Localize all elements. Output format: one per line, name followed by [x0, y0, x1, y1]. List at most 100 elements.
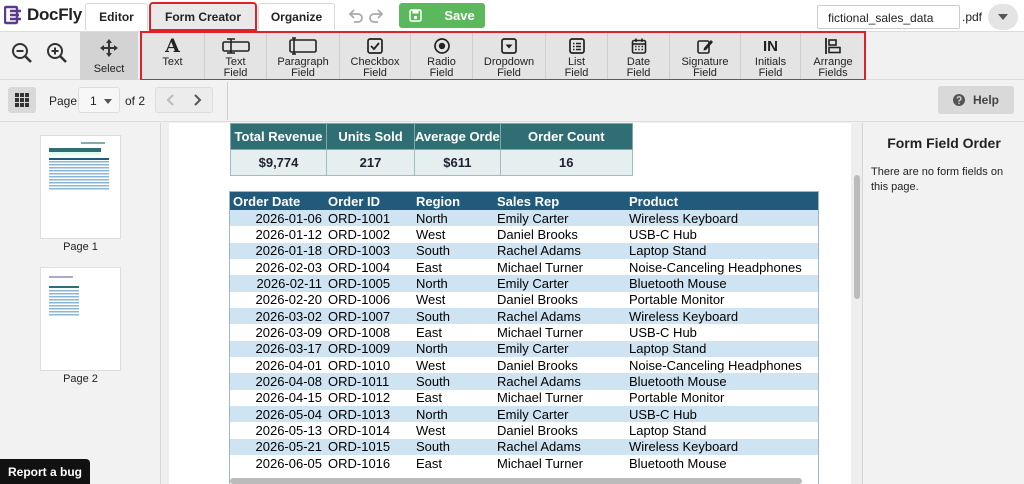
table-cell: Laptop Stand — [626, 340, 818, 358]
table-cell: Laptop Stand — [626, 242, 818, 260]
page-2-preview-image — [49, 276, 79, 316]
file-menu-button[interactable] — [988, 4, 1018, 30]
date-field-tool[interactable]: Date Field — [608, 32, 670, 80]
table-cell: Wireless Keyboard — [626, 308, 818, 325]
table-cell: ORD-1012 — [325, 389, 413, 407]
summary-value: $611 — [414, 149, 501, 176]
thumbnail-grid-button[interactable] — [8, 87, 36, 113]
summary-header: Units Sold — [326, 123, 415, 150]
next-page-button[interactable] — [184, 88, 212, 112]
table-cell: East — [413, 259, 494, 276]
dropdown-field-tool[interactable]: Dropdown Field — [473, 32, 546, 80]
table-cell: 2026-06-05 — [230, 455, 325, 472]
table-cell: Rachel Adams — [494, 438, 626, 456]
page-thumbnail-2[interactable] — [40, 267, 121, 371]
redo-icon[interactable] — [366, 6, 386, 26]
empty-state-message: There are no form fields on this page. — [871, 166, 1004, 193]
table-cell: 2026-03-02 — [230, 308, 325, 325]
table-cell: Emily Carter — [494, 340, 626, 358]
table-cell: ORD-1011 — [325, 373, 413, 390]
thumbnail-panel: Page 1 Page 2 — [0, 123, 161, 484]
list-field-tool[interactable]: List Field — [546, 32, 608, 80]
table-cell: Rachel Adams — [494, 373, 626, 390]
panel-title: Form Field Order — [887, 135, 1001, 151]
table-cell: Michael Turner — [494, 389, 626, 407]
table-row: 2026-05-21 ORD-1015 South Rachel Adams Wirel… — [230, 438, 818, 456]
paragraph-field-tool[interactable]: Paragraph Field — [267, 32, 340, 80]
page-thumbnail-1[interactable] — [40, 135, 121, 239]
table-cell: ORD-1013 — [325, 406, 413, 423]
orders-header-row: Order Date Order ID Region Sales Rep Product — [230, 192, 818, 210]
tab-organize[interactable]: Organize — [258, 3, 335, 30]
table-cell: South — [413, 242, 494, 260]
table-cell: Rachel Adams — [494, 242, 626, 260]
zoom-in-icon[interactable] — [44, 40, 70, 66]
chevron-down-icon — [998, 14, 1008, 20]
table-cell: East — [413, 389, 494, 407]
pdf-page: Total Revenue Units Sold Average Orde Or… — [169, 123, 851, 484]
table-cell: North — [413, 406, 494, 423]
signature-field-tool[interactable]: Signature Field — [670, 32, 741, 80]
chevron-right-icon — [194, 94, 202, 106]
table-row: 2026-01-06 ORD-1001 North Emily Carter Wirel… — [230, 210, 818, 227]
signature-icon — [697, 40, 713, 54]
page-1-preview-image — [49, 142, 109, 190]
table-cell: USB-C Hub — [626, 406, 818, 423]
summary-header: Order Count — [499, 123, 633, 150]
previous-page-button[interactable] — [156, 88, 184, 112]
text-tool-label: Text — [162, 56, 183, 68]
table-cell: ORD-1003 — [325, 242, 413, 260]
vertical-scrollbar[interactable] — [854, 175, 860, 299]
table-row: 2026-02-20 ORD-1006 West Daniel Brooks Porta… — [230, 291, 818, 309]
table-row: 2026-04-15 ORD-1012 East Michael Turner Port… — [230, 389, 818, 407]
table-cell: East — [413, 455, 494, 472]
tab-editor[interactable]: Editor — [85, 3, 148, 30]
table-row: 2026-05-04 ORD-1013 North Emily Carter USB-C… — [230, 406, 818, 423]
text-field-tool[interactable]: Text Field — [205, 32, 267, 80]
radio-field-tool[interactable]: Radio Field — [411, 32, 473, 80]
table-cell: ORD-1001 — [325, 210, 413, 227]
table-row: 2026-06-05 ORD-1016 East Michael Turner Blue… — [230, 455, 818, 472]
logo[interactable]: DocFly — [4, 5, 82, 25]
select-tool[interactable]: Select — [80, 32, 138, 80]
table-cell: ORD-1002 — [325, 226, 413, 243]
summary-value: 217 — [326, 149, 415, 176]
page-select[interactable]: 1 — [78, 87, 120, 113]
page-thumbnail-1-label: Page 1 — [63, 241, 98, 253]
form-field-order-panel: Form Field Order There are no form field… — [862, 123, 1024, 484]
table-cell: ORD-1015 — [325, 438, 413, 456]
initials-field-tool[interactable]: IN Initials Field — [741, 32, 801, 80]
page-total: of 2 — [125, 94, 146, 108]
undo-icon[interactable] — [346, 6, 366, 26]
filename-input[interactable]: fictional_sales_data — [817, 5, 960, 29]
orders-column-header: Region — [413, 192, 494, 210]
text-tool[interactable]: A Text — [141, 32, 205, 80]
table-cell: ORD-1007 — [325, 308, 413, 325]
paragraph-field-icon — [289, 37, 317, 55]
table-row: 2026-02-11 ORD-1005 North Emily Carter Bluet… — [230, 275, 818, 292]
checkbox-field-tool[interactable]: Checkbox Field — [340, 32, 411, 80]
form-field-tools: A Text Text Field Paragraph Field Checkb… — [140, 31, 866, 81]
orders-column-header: Sales Rep — [494, 192, 626, 210]
table-cell: 2026-01-18 — [230, 242, 325, 260]
report-bug-button[interactable]: Report a bug — [0, 459, 90, 484]
table-cell: North — [413, 210, 494, 227]
app-name: DocFly — [27, 5, 82, 24]
summary-header: Average Orde — [414, 123, 501, 150]
zoom-out-icon[interactable] — [9, 40, 35, 66]
table-cell: Rachel Adams — [494, 308, 626, 325]
tab-form-creator[interactable]: Form Creator — [149, 2, 257, 31]
table-cell: 2026-04-08 — [230, 373, 325, 390]
save-label: Save — [444, 8, 475, 23]
table-cell: 2026-03-17 — [230, 340, 325, 358]
summary-header: Total Revenue — [230, 123, 327, 150]
orders-column-header: Order Date — [230, 192, 325, 210]
table-cell: 2026-01-12 — [230, 226, 325, 243]
arrange-fields-tool[interactable]: Arrange Fields — [801, 32, 865, 80]
table-cell: Laptop Stand — [626, 422, 818, 439]
save-button[interactable]: Save — [399, 3, 485, 28]
horizontal-scrollbar[interactable] — [230, 478, 802, 484]
page-arrows — [155, 87, 213, 113]
help-button[interactable]: Help — [938, 86, 1014, 114]
table-cell: USB-C Hub — [626, 226, 818, 243]
